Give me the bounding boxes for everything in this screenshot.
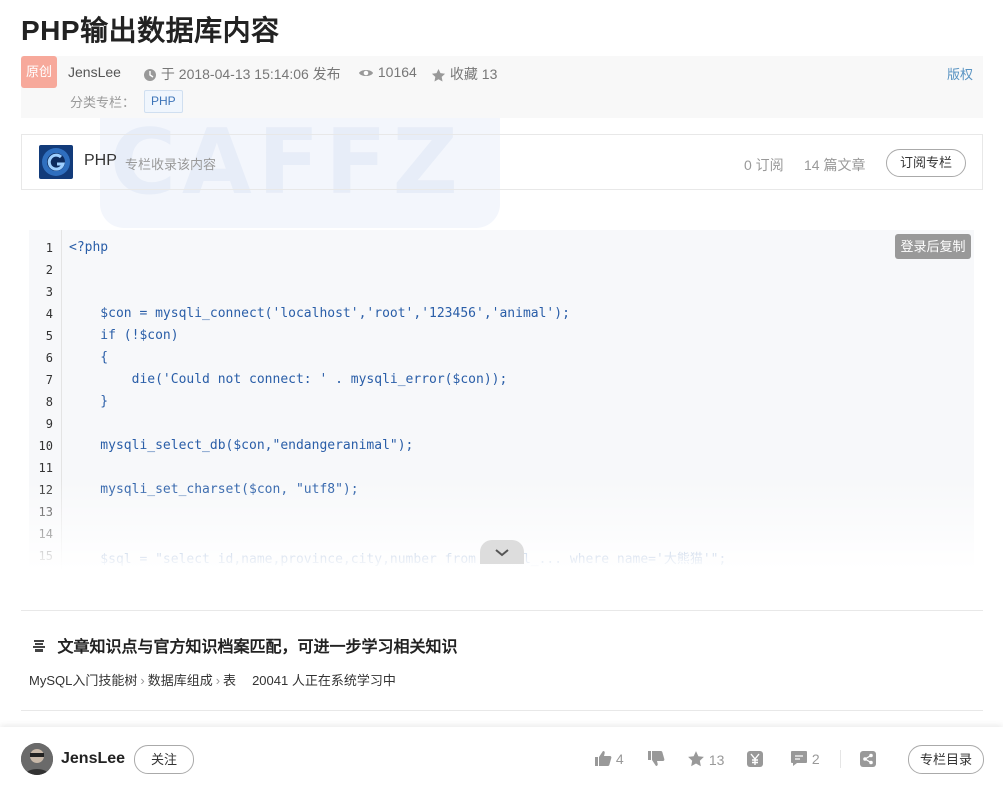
- login-to-copy-button[interactable]: 登录后复制: [895, 234, 971, 259]
- favorite-info[interactable]: 收藏 13: [431, 64, 497, 84]
- knowledge-learners: 20041 人正在系统学习中: [252, 673, 396, 688]
- dislike-button[interactable]: [647, 750, 665, 767]
- knowledge-path-2[interactable]: 数据库组成: [148, 673, 213, 688]
- like-button[interactable]: 4: [594, 750, 624, 767]
- publish-info: 于 2018-04-13 15:14:06 发布: [143, 64, 341, 84]
- code-line: die('Could not connect: ' . mysqli_error…: [69, 372, 508, 387]
- favorite-button[interactable]: 13: [687, 750, 724, 768]
- knowledge-path-1[interactable]: MySQL入门技能树: [29, 673, 137, 688]
- views-info: 10164: [358, 64, 417, 80]
- like-count: 4: [615, 751, 624, 767]
- code-line: mysqli_select_db($con,"endangeranimal");: [69, 438, 414, 453]
- share-button[interactable]: [859, 750, 877, 768]
- column-logo-icon: [42, 148, 70, 176]
- follow-button[interactable]: 关注: [134, 745, 194, 774]
- line-number: 6: [45, 351, 53, 365]
- footer-author-name[interactable]: JensLee: [61, 750, 125, 768]
- knowledge-icon: [33, 640, 45, 652]
- line-number: 9: [45, 417, 53, 431]
- thumbs-up-icon: [595, 751, 612, 766]
- toolbar-divider: [840, 750, 841, 768]
- line-number: 11: [38, 461, 53, 475]
- line-number: 4: [45, 307, 53, 321]
- star-icon: [431, 68, 446, 82]
- line-number: 10: [38, 439, 53, 453]
- comment-icon: [791, 751, 807, 766]
- eye-icon: [359, 70, 373, 77]
- reward-button[interactable]: [746, 750, 764, 768]
- publish-date: 于 2018-04-13 15:14:06 发布: [160, 66, 341, 82]
- copyright-link[interactable]: 版权: [947, 64, 973, 83]
- code-block: 123456789101112131415 <?php $con = mysql…: [29, 230, 974, 570]
- divider: [21, 610, 983, 611]
- line-number: 1: [45, 241, 53, 255]
- comment-count: 2: [811, 751, 820, 767]
- code-line: <?php: [69, 240, 109, 255]
- knowledge-title: 文章知识点与官方知识档案匹配，可进一步学习相关知识: [31, 633, 457, 657]
- favorites-label: 收藏 13: [449, 66, 498, 82]
- code-line: }: [69, 394, 109, 409]
- author-link[interactable]: JensLee: [68, 64, 121, 80]
- column-subscribers: 0 订阅: [744, 157, 784, 173]
- chevron-down-icon: [495, 549, 509, 557]
- knowledge-title-text: 文章知识点与官方知识档案匹配，可进一步学习相关知识: [57, 639, 458, 656]
- code-line: if (!$con): [69, 328, 179, 343]
- line-number: 8: [45, 395, 53, 409]
- line-number: 2: [45, 263, 53, 277]
- comment-button[interactable]: 2: [790, 750, 820, 767]
- line-number: 3: [45, 285, 53, 299]
- knowledge-path-3[interactable]: 表: [223, 673, 236, 688]
- column-toc-button[interactable]: 专栏目录: [908, 745, 984, 774]
- page-title: PHP输出数据库内容: [21, 15, 280, 46]
- column-name[interactable]: PHP: [84, 152, 117, 170]
- code-line: $con = mysqli_connect('localhost','root'…: [69, 306, 570, 321]
- favorite-count: 13: [708, 752, 725, 768]
- original-badge: 原创: [21, 56, 57, 88]
- knowledge-path: MySQL入门技能树 › 数据库组成 › 表 20041 人正在系统学习中: [29, 670, 396, 689]
- share-icon: [860, 751, 876, 767]
- category-label: 分类专栏：: [70, 95, 136, 110]
- column-article-count: 14 篇文章: [804, 157, 866, 173]
- expand-code-button[interactable]: [480, 540, 524, 564]
- avatar[interactable]: [21, 743, 53, 775]
- thumbs-down-icon: [648, 751, 665, 766]
- column-logo[interactable]: [39, 145, 73, 179]
- line-number: 5: [45, 329, 53, 343]
- column-desc: 专栏收录该内容: [125, 157, 217, 172]
- path-separator-icon: ›: [140, 673, 145, 688]
- clock-icon: [144, 69, 156, 82]
- star-icon: [688, 751, 704, 767]
- views-count: 10164: [377, 64, 417, 80]
- line-number: 7: [45, 373, 53, 387]
- category-tag-php[interactable]: PHP: [144, 90, 183, 113]
- divider: [21, 710, 983, 711]
- yen-icon: [747, 751, 763, 767]
- avatar-image: [21, 743, 53, 775]
- subscribe-column-button[interactable]: 订阅专栏: [886, 149, 966, 177]
- code-line: {: [69, 350, 109, 365]
- path-separator-icon: ›: [215, 673, 221, 688]
